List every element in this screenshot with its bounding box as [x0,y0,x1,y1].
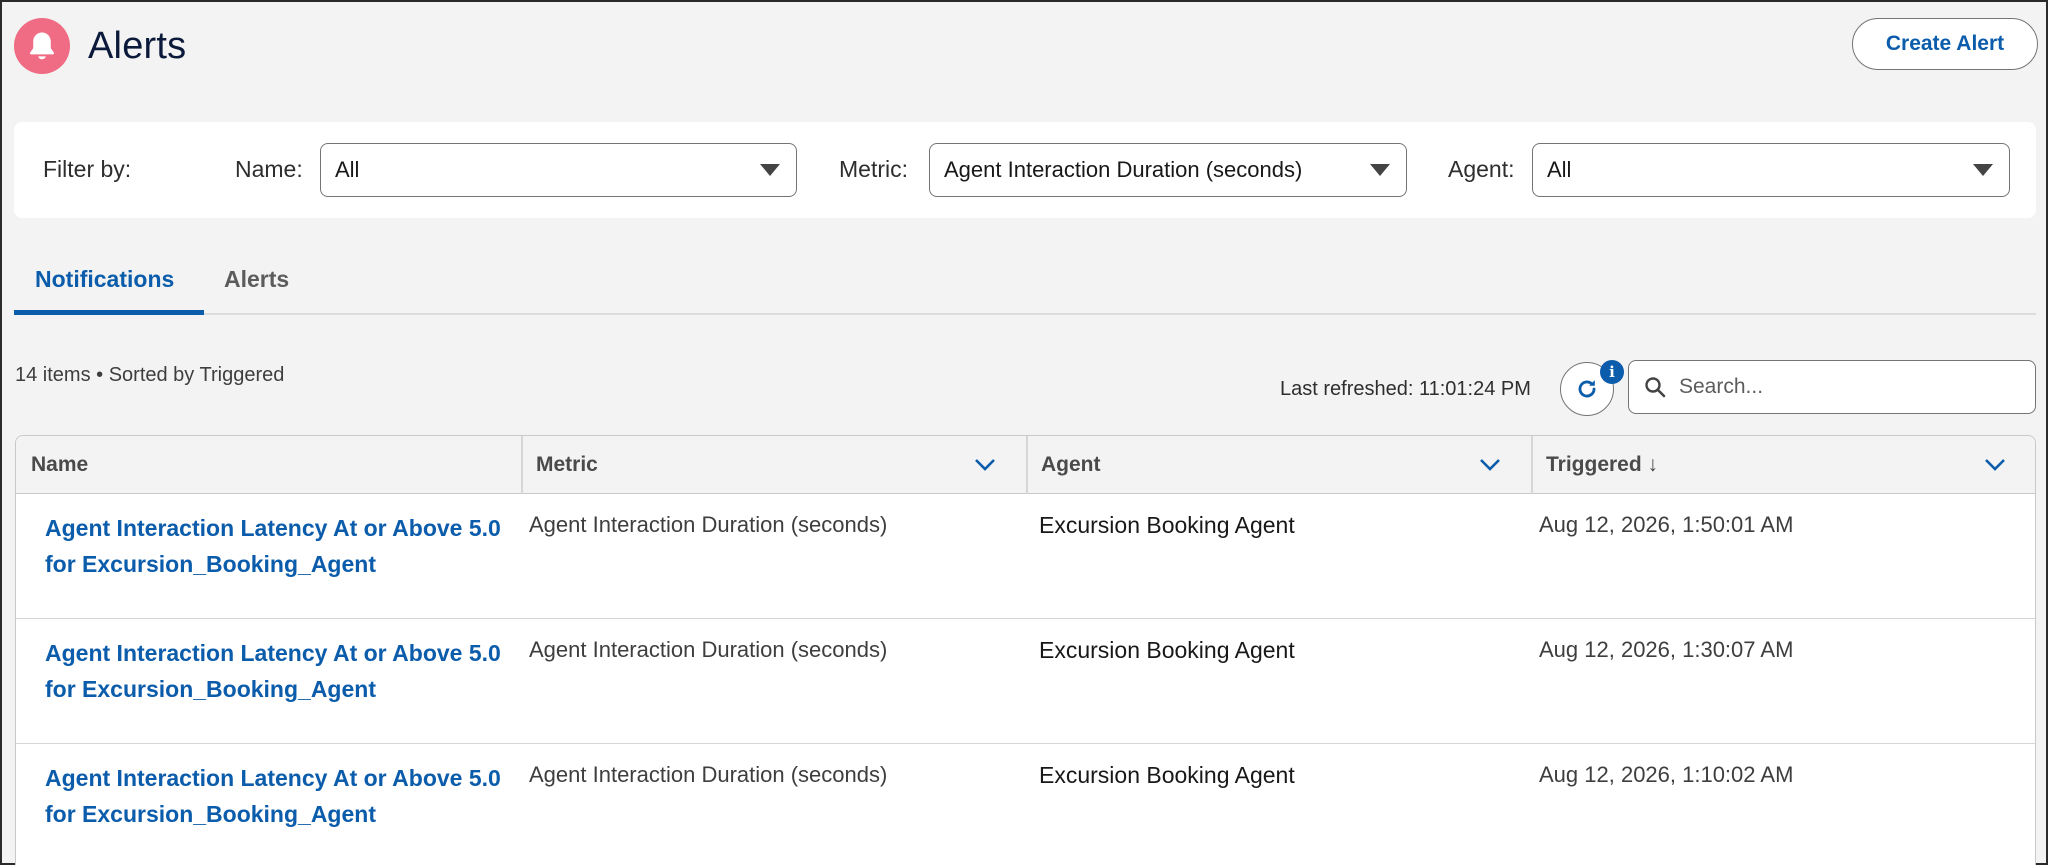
tab-notifications[interactable]: Notifications [35,266,174,313]
metric-cell: Agent Interaction Duration (seconds) [529,762,888,787]
name-filter-select[interactable]: All [320,143,797,197]
triggered-cell: Aug 12, 2026, 1:10:02 AM [1539,762,1794,787]
tab-alerts[interactable]: Alerts [224,266,289,313]
chevron-down-icon[interactable] [974,457,996,473]
column-header-name[interactable]: Name [31,436,88,494]
active-tab-indicator [14,310,204,315]
alert-name-link[interactable]: Agent Interaction Latency At or Above 5.… [45,635,505,707]
notifications-table: Name Metric Agent Triggered ↓ Agent Inte… [15,435,2036,865]
list-summary: 14 items • Sorted by Triggered [15,364,285,386]
table-row: Agent Interaction Latency At or Above 5.… [16,619,2035,744]
agent-cell: Excursion Booking Agent [1039,762,1295,788]
metric-filter-select[interactable]: Agent Interaction Duration (seconds) [929,143,1407,197]
alert-name-link[interactable]: Agent Interaction Latency At or Above 5.… [45,760,505,832]
tab-bar: Notifications Alerts [14,258,2036,315]
column-header-metric[interactable]: Metric [536,436,598,494]
agent-filter-value: All [1547,157,1572,182]
agent-filter-label: Agent: [1448,156,1515,182]
search-box[interactable] [1628,360,2036,414]
alert-name-link[interactable]: Agent Interaction Latency At or Above 5.… [45,510,505,582]
chevron-down-icon[interactable] [1479,457,1501,473]
column-header-agent[interactable]: Agent [1041,436,1101,494]
triggered-cell: Aug 12, 2026, 1:30:07 AM [1539,637,1794,662]
caret-down-icon [1973,164,1993,176]
column-divider [1531,436,1533,494]
triggered-cell: Aug 12, 2026, 1:50:01 AM [1539,512,1794,537]
page-header: Alerts Create Alert [14,18,2038,74]
caret-down-icon [1370,164,1390,176]
info-icon[interactable]: i [1600,360,1624,384]
create-alert-button[interactable]: Create Alert [1852,18,2038,70]
agent-cell: Excursion Booking Agent [1039,512,1295,538]
column-divider [521,436,523,494]
name-filter-label: Name: [235,156,303,182]
column-divider [1026,436,1028,494]
last-refreshed-text: Last refreshed: 11:01:24 PM [1280,378,1531,400]
search-input[interactable] [1679,375,1999,399]
table-row: Agent Interaction Latency At or Above 5.… [16,744,2035,865]
chevron-down-icon[interactable] [1984,457,2006,473]
metric-cell: Agent Interaction Duration (seconds) [529,637,888,662]
bell-icon [14,18,70,74]
agent-filter-select[interactable]: All [1532,143,2010,197]
refresh-icon [1578,380,1596,398]
agent-cell: Excursion Booking Agent [1039,637,1295,663]
table-header: Name Metric Agent Triggered ↓ [16,436,2035,494]
caret-down-icon [760,164,780,176]
page-title: Alerts [88,24,187,67]
metric-filter-label: Metric: [839,156,908,182]
search-icon [1645,377,1666,398]
column-header-triggered[interactable]: Triggered ↓ [1546,436,1658,494]
metric-cell: Agent Interaction Duration (seconds) [529,512,888,537]
filter-by-label: Filter by: [43,156,132,182]
name-filter-value: All [335,157,360,182]
table-row: Agent Interaction Latency At or Above 5.… [16,494,2035,619]
metric-filter-value: Agent Interaction Duration (seconds) [944,157,1303,182]
filter-bar: Filter by: Name: All Metric: Agent Inter… [14,122,2036,218]
